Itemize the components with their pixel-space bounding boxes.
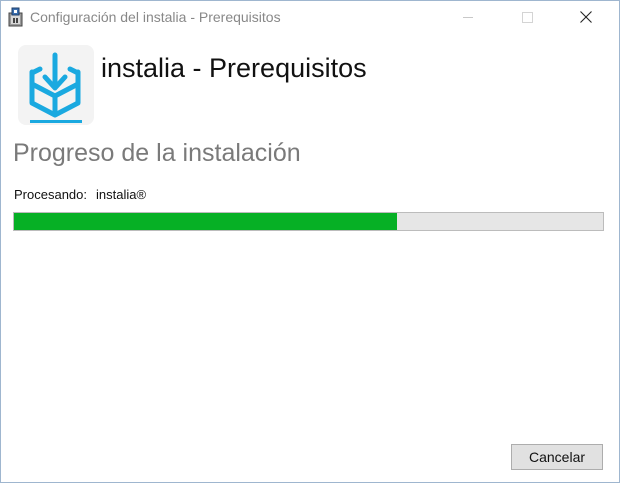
progress-bar <box>13 212 604 231</box>
window-title: Configuración del instalia - Prerequisit… <box>30 9 281 25</box>
header-title: instalia - Prerequisitos <box>101 53 367 83</box>
status-label: Procesando: <box>14 187 87 202</box>
maximize-icon <box>521 11 533 23</box>
status-line: Procesando: instalia® <box>14 187 146 202</box>
minimize-icon <box>462 12 474 23</box>
close-icon <box>580 11 592 23</box>
maximize-button[interactable] <box>504 1 550 33</box>
status-value: instalia® <box>96 187 147 202</box>
installer-window: Configuración del instalia - Prerequisit… <box>0 0 620 483</box>
close-button[interactable] <box>563 1 609 33</box>
section-title: Progreso de la instalación <box>13 139 301 167</box>
title-bar[interactable]: Configuración del instalia - Prerequisit… <box>1 1 619 34</box>
cancel-button[interactable]: Cancelar <box>511 444 603 470</box>
minimize-button[interactable] <box>445 1 491 33</box>
download-box-icon <box>18 45 94 125</box>
progress-fill <box>14 213 397 230</box>
installer-package-icon <box>7 7 25 27</box>
